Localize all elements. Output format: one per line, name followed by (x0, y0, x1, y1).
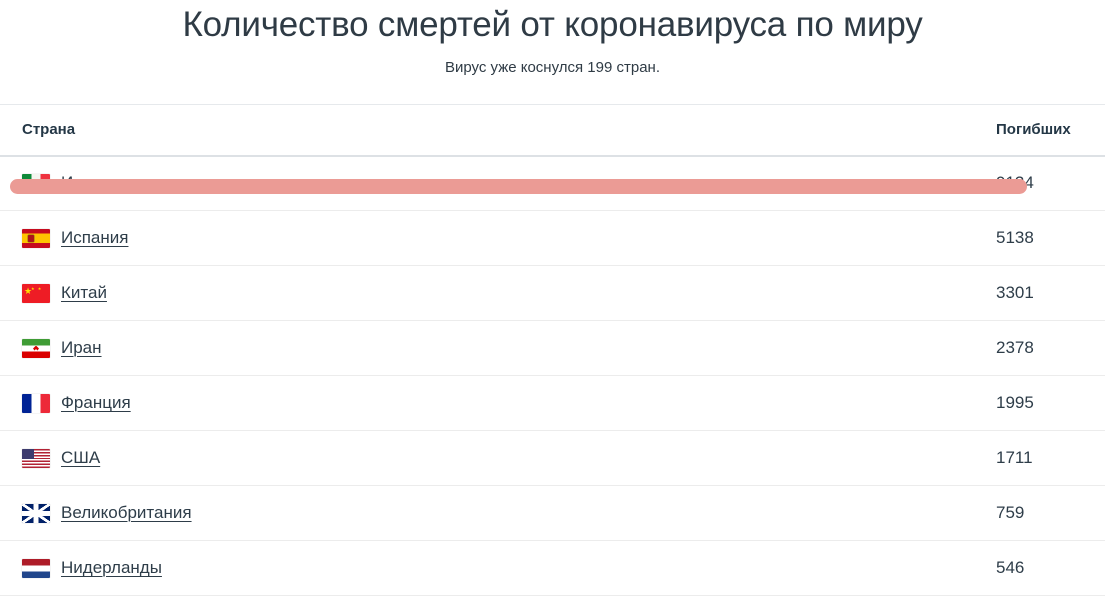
table-row[interactable]: Великобритания 759 (0, 485, 1105, 541)
page-subtitle: Вирус уже коснулся 199 стран. (444, 59, 661, 76)
table-row[interactable]: Испания 5138 (0, 210, 1105, 266)
deaths-table: Страна Погибших Италия 9134 Испания 5138 Кит… (0, 104, 1105, 596)
table-cell-deaths: 5138 (938, 210, 1105, 266)
country-link[interactable]: США (61, 447, 100, 469)
page-title: Количество смертей от коронавируса по ми… (182, 5, 923, 44)
country-cell: Франция (22, 392, 938, 414)
table-row[interactable]: Франция 1995 (0, 375, 1105, 431)
country-link[interactable]: Италия (61, 172, 119, 194)
table-cell-country: Италия (0, 155, 938, 211)
flag-china-icon (22, 283, 50, 303)
table-cell-country: Франция (0, 375, 938, 431)
table-row[interactable]: США 1711 (0, 430, 1105, 486)
table-row[interactable]: Италия 9134 (0, 155, 1105, 211)
deaths-value: 1711 (996, 448, 1033, 467)
deaths-value: 759 (996, 503, 1025, 522)
table-cell-country: Великобритания (0, 485, 938, 541)
country-link[interactable]: Нидерланды (61, 557, 162, 579)
deaths-value: 9134 (996, 173, 1034, 193)
table-row[interactable]: Китай 3301 (0, 265, 1105, 321)
country-cell: Испания (22, 227, 938, 249)
country-cell: Нидерланды (22, 557, 938, 579)
table-row[interactable]: Иран 2378 (0, 320, 1105, 376)
flag-italy-icon (22, 173, 50, 193)
flag-spain-icon (22, 228, 50, 248)
country-cell: США (22, 447, 938, 469)
table-cell-country: Нидерланды (0, 540, 938, 596)
deaths-value: 1995 (996, 393, 1034, 412)
table-cell-country: Китай (0, 265, 938, 321)
table-header-row: Страна Погибших (0, 104, 1105, 157)
deaths-value: 5138 (996, 228, 1034, 247)
flag-iran-icon (22, 338, 50, 358)
table-cell-deaths: 3301 (938, 265, 1105, 321)
table-body: Италия 9134 Испания 5138 Китай 3301 Иран 2378 Фр… (0, 155, 1105, 596)
flag-united-kingdom-icon (22, 503, 50, 523)
table-row[interactable]: Нидерланды 546 (0, 540, 1105, 596)
deaths-value: 546 (996, 558, 1025, 577)
table-cell-deaths: 2378 (938, 320, 1105, 376)
flag-netherlands-icon (22, 558, 50, 578)
table-cell-deaths: 759 (938, 485, 1105, 541)
country-cell: Китай (22, 282, 938, 304)
page-root: Количество смертей от коронавируса по ми… (0, 0, 1105, 608)
country-link[interactable]: Франция (61, 392, 131, 414)
table-cell-deaths: 1995 (938, 375, 1105, 431)
table-cell-deaths: 546 (938, 540, 1105, 596)
page-header: Количество смертей от коронавируса по ми… (0, 0, 1105, 78)
table-cell-deaths: 1711 (938, 430, 1105, 486)
country-link[interactable]: Иран (61, 337, 102, 359)
flag-usa-icon (22, 448, 50, 468)
country-link[interactable]: Китай (61, 282, 107, 304)
deaths-table-container: Страна Погибших Италия 9134 Испания 5138 Кит… (0, 104, 1105, 596)
country-cell: Италия (22, 172, 938, 194)
country-cell: Иран (22, 337, 938, 359)
country-link[interactable]: Великобритания (61, 502, 192, 524)
deaths-value: 2378 (996, 338, 1034, 357)
deaths-value: 3301 (996, 283, 1034, 302)
table-cell-country: США (0, 430, 938, 486)
column-header-deaths[interactable]: Погибших (938, 104, 1105, 157)
flag-france-icon (22, 393, 50, 413)
table-cell-country: Иран (0, 320, 938, 376)
table-header: Страна Погибших (0, 104, 1105, 157)
column-header-country[interactable]: Страна (0, 104, 938, 157)
country-cell: Великобритания (22, 502, 938, 524)
table-cell-country: Испания (0, 210, 938, 266)
country-link[interactable]: Испания (61, 227, 128, 249)
table-cell-deaths: 9134 (938, 155, 1105, 211)
